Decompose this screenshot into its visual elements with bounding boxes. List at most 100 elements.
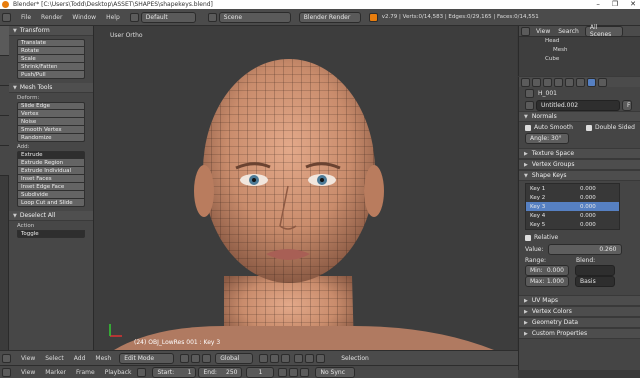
maximize-button[interactable]: ❐ <box>612 0 618 8</box>
subdivide-button[interactable]: Subdivide <box>17 191 85 199</box>
vertex-colors-panel-header[interactable]: ▶ Vertex Colors <box>519 306 640 317</box>
scene-select[interactable]: Scene <box>218 11 291 23</box>
outliner-menu-view[interactable]: View <box>536 28 550 35</box>
tab-create[interactable] <box>0 56 9 86</box>
menu-window[interactable]: Window <box>72 14 96 21</box>
head-mesh-model[interactable] <box>94 26 517 350</box>
outliner-filter-select[interactable]: All Scenes <box>584 24 623 38</box>
menu-marker[interactable]: Marker <box>45 369 66 376</box>
shrink-fatten-button[interactable]: Shrink/Fatten <box>17 63 85 71</box>
normals-panel-header[interactable]: ▼ Normals <box>519 111 640 122</box>
vertex-select-icon[interactable] <box>259 353 269 363</box>
menu-add[interactable]: Add <box>74 355 86 362</box>
shape-key-value[interactable]: 0.000 <box>580 222 596 228</box>
transform-panel-header[interactable]: ▼ Transform <box>9 26 93 36</box>
properties-editor-icon[interactable] <box>521 77 530 87</box>
render-engine-select[interactable]: Blender Render <box>298 11 361 23</box>
layout-icon[interactable] <box>129 12 139 22</box>
max-field[interactable]: Max: 1.000 <box>525 276 569 287</box>
relative-checkbox[interactable] <box>525 234 531 241</box>
close-button[interactable]: ✕ <box>630 0 636 8</box>
outliner-item[interactable]: Mesh <box>545 46 640 55</box>
pivot-point-icon[interactable] <box>191 353 201 363</box>
viewport-shading-icon[interactable] <box>180 353 190 363</box>
outliner-editor-icon[interactable] <box>521 26 530 36</box>
noise-button[interactable]: Noise <box>17 118 85 126</box>
object-tab-icon[interactable] <box>565 77 574 87</box>
extrude-region-button[interactable]: Extrude Region <box>17 159 85 167</box>
smooth-vertex-button[interactable]: Smooth Vertex <box>17 126 85 134</box>
tab-options[interactable] <box>0 116 9 146</box>
outliner-item[interactable]: Head <box>545 37 640 46</box>
fake-user-button[interactable]: F <box>622 99 632 111</box>
double-sided-checkbox[interactable] <box>586 124 592 131</box>
shape-keys-panel-header[interactable]: ▼ Shape Keys <box>519 170 640 181</box>
texture-space-panel-header[interactable]: ▶ Texture Space <box>519 148 640 159</box>
mode-select[interactable]: Edit Mode <box>119 352 175 364</box>
manipulator-icon[interactable] <box>202 353 212 363</box>
value-slider[interactable]: 0.260 <box>547 243 622 255</box>
edge-select-icon[interactable] <box>270 353 280 363</box>
tab-tools[interactable] <box>0 26 9 56</box>
shape-key-value[interactable]: 0.000 <box>580 186 596 192</box>
render-tab-icon[interactable] <box>532 77 541 87</box>
scale-button[interactable]: Scale <box>17 55 85 63</box>
shape-key-row-selected[interactable]: Key 3 0.000 <box>526 202 619 211</box>
custom-properties-panel-header[interactable]: ▶ Custom Properties <box>519 328 640 339</box>
vertex-group-field[interactable] <box>575 265 615 276</box>
uv-maps-panel-header[interactable]: ▶ UV Maps <box>519 295 640 306</box>
mesh-tools-panel-header[interactable]: ▼ Mesh Tools <box>9 83 93 93</box>
data-tab-icon[interactable] <box>587 77 596 87</box>
layout-select[interactable]: Default <box>140 11 196 23</box>
menu-file[interactable]: File <box>21 14 31 21</box>
inset-edge-face-button[interactable]: Inset Edge Face <box>17 183 85 191</box>
inset-faces-button[interactable]: Inset Faces <box>17 175 85 183</box>
world-tab-icon[interactable] <box>554 77 563 87</box>
geometry-data-panel-header[interactable]: ▶ Geometry Data <box>519 317 640 328</box>
sync-select[interactable]: No Sync <box>315 366 356 378</box>
end-frame-field[interactable]: End: 250 <box>198 366 243 378</box>
outliner-menu-search[interactable]: Search <box>558 28 579 35</box>
editor-type-icon[interactable] <box>2 353 11 363</box>
operator-panel-header[interactable]: ▼ Deselect All <box>9 211 93 221</box>
play-icon[interactable] <box>289 367 299 377</box>
3d-viewport[interactable]: User Ortho (24) OBJ_LowRes 001: Key 3 <box>94 26 517 350</box>
outliner-item[interactable]: Cube <box>545 55 640 64</box>
editor-type-icon[interactable] <box>2 12 11 22</box>
editor-type-icon[interactable] <box>2 367 11 377</box>
vertex-groups-panel-header[interactable]: ▶ Vertex Groups <box>519 159 640 170</box>
jump-start-icon[interactable] <box>278 367 288 377</box>
menu-render[interactable]: Render <box>41 14 62 21</box>
slide-edge-button[interactable]: Slide Edge <box>17 102 85 110</box>
extrude-select[interactable]: Extrude <box>17 151 85 159</box>
tab-grease-pencil[interactable] <box>0 146 9 176</box>
current-frame-field[interactable]: 1 <box>246 366 275 378</box>
menu-select[interactable]: Select <box>45 355 64 362</box>
extrude-individual-button[interactable]: Extrude Individual <box>17 167 85 175</box>
shape-key-value[interactable]: 0.000 <box>580 195 596 201</box>
vertex-button[interactable]: Vertex <box>17 110 85 118</box>
auto-smooth-checkbox[interactable] <box>525 124 531 131</box>
randomize-button[interactable]: Randomize <box>17 134 85 142</box>
menu-frame[interactable]: Frame <box>76 369 95 376</box>
record-icon[interactable] <box>137 367 147 377</box>
shape-key-value[interactable]: 0.000 <box>580 213 596 219</box>
action-select[interactable]: Toggle <box>17 230 85 238</box>
proportional-edit-icon[interactable] <box>294 353 304 363</box>
min-field[interactable]: Min: 0.000 <box>525 265 569 276</box>
rotate-button[interactable]: Rotate <box>17 47 85 55</box>
tab-shading-uvs[interactable] <box>0 86 9 116</box>
scene-tab-icon[interactable] <box>543 77 552 87</box>
menu-view[interactable]: View <box>21 369 35 376</box>
scene-icon[interactable] <box>207 12 217 22</box>
menu-view[interactable]: View <box>21 355 35 362</box>
angle-field[interactable]: Angle: 30° <box>525 133 569 144</box>
push-pull-button[interactable]: Push/Pull <box>17 71 85 79</box>
menu-help[interactable]: Help <box>106 14 120 21</box>
snap-icon[interactable] <box>305 353 315 363</box>
start-frame-field[interactable]: Start: 1 <box>152 366 197 378</box>
loop-cut-button[interactable]: Loop Cut and Slide <box>17 199 85 207</box>
basis-select[interactable]: Basis <box>575 276 615 287</box>
orientation-select[interactable]: Global <box>215 352 254 364</box>
modifier-tab-icon[interactable] <box>576 77 585 87</box>
